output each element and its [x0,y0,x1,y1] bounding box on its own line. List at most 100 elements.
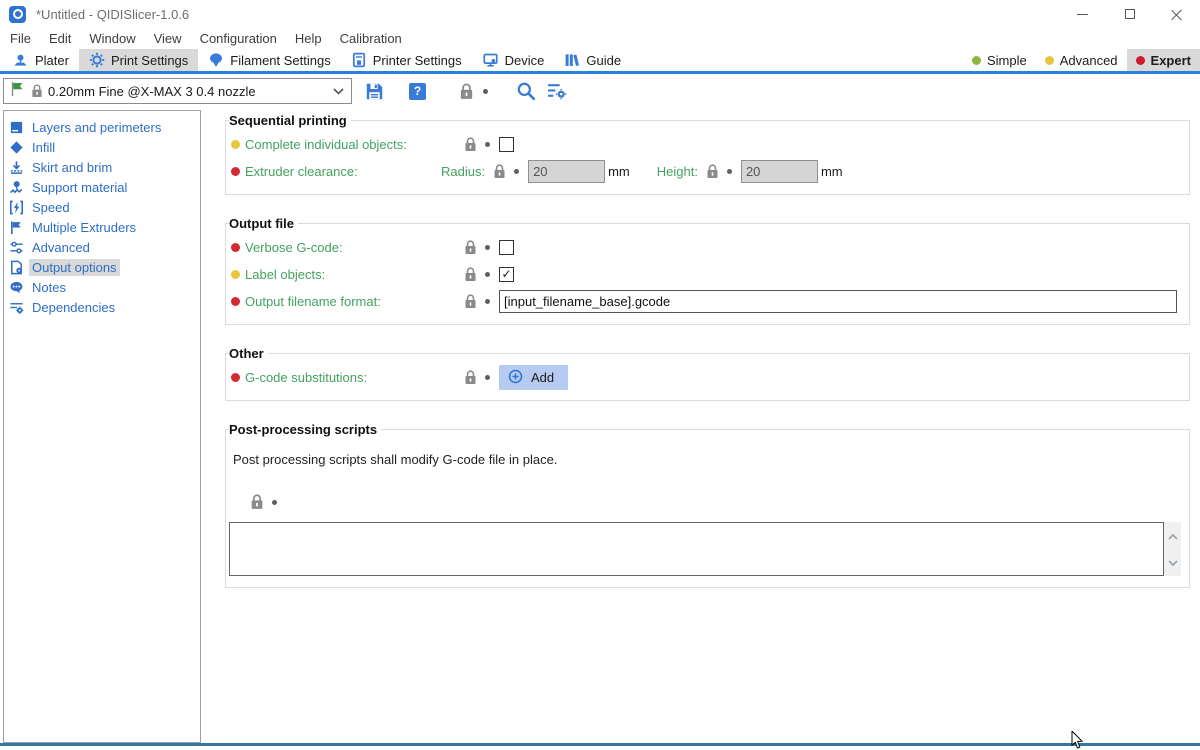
lock-icon[interactable] [464,240,477,255]
tab-guide[interactable]: Guide [554,49,631,71]
scroll-down-icon[interactable] [1168,553,1178,571]
section-post-processing-scripts: Post-processing scripts Post processing … [225,422,1190,588]
system-preset-lock-icon [31,84,43,98]
menu-window[interactable]: Window [80,31,144,46]
minimize-icon [1077,14,1088,15]
tab-label: Plater [35,53,69,68]
title-bar: *Untitled - QIDISlicer-1.0.6 [0,0,1200,28]
mode-advanced[interactable]: Advanced [1036,49,1127,71]
sidebar-item-multiple-extruders[interactable]: Multiple Extruders [4,217,200,237]
sidebar-item-layers-and-perimeters[interactable]: Layers and perimeters [4,117,200,137]
option-row-extruder-clearance: Extruder clearance: Radius: mm Height: m… [229,158,1181,185]
option-label: Label objects: [245,267,464,282]
section-title: Output file [229,216,298,231]
menu-help[interactable]: Help [286,31,331,46]
textarea-scrollbar[interactable] [1164,522,1181,576]
guide-books-icon [564,52,580,68]
post-scripts-textarea-frame [229,522,1164,576]
lock-icon[interactable] [464,370,477,385]
revert-dot-icon [272,500,277,505]
sidebar-item-infill[interactable]: Infill [4,137,200,157]
speed-icon [9,200,24,215]
tab-printer-settings[interactable]: Printer Settings [341,49,472,71]
gear-icon [89,52,105,68]
preset-dropdown[interactable]: 0.20mm Fine @X-MAX 3 0.4 nozzle [3,78,352,104]
preset-help-button[interactable] [409,83,426,100]
menu-file[interactable]: File [1,31,40,46]
sidebar-item-advanced[interactable]: Advanced [4,237,200,257]
mode-simple[interactable]: Simple [963,49,1036,71]
lock-icon[interactable] [706,164,719,179]
height-unit: mm [821,164,843,179]
mode-label: Expert [1151,53,1191,68]
output-options-icon [9,260,24,275]
sidebar-item-support-material[interactable]: Support material [4,177,200,197]
label-objects-checkbox[interactable] [499,267,514,282]
advanced-mode-dot-icon [1045,56,1054,65]
tab-device[interactable]: Device [472,49,555,71]
minimize-button[interactable] [1059,0,1106,28]
option-label: Extruder clearance: [245,164,441,179]
tab-label: Filament Settings [230,53,330,68]
lock-icon[interactable] [250,494,264,510]
menu-calibration[interactable]: Calibration [331,31,411,46]
lock-icon[interactable] [464,137,477,152]
menu-configuration[interactable]: Configuration [191,31,286,46]
section-title: Sequential printing [229,113,351,128]
section-title: Post-processing scripts [229,422,381,437]
lock-icon[interactable] [464,267,477,282]
menu-view[interactable]: View [145,31,191,46]
lock-icon[interactable] [459,83,474,100]
revert-dot-icon [485,299,490,304]
complete-individual-objects-checkbox[interactable] [499,137,514,152]
height-label: Height: [657,164,698,179]
sidebar-item-speed[interactable]: Speed [4,197,200,217]
close-icon [1171,9,1182,20]
sidebar-item-label: Dependencies [29,299,118,316]
sidebar-item-output-options[interactable]: Output options [4,257,200,277]
tab-label: Guide [586,53,621,68]
tab-print-settings[interactable]: Print Settings [79,49,198,71]
save-preset-button[interactable] [365,82,384,101]
lock-icon[interactable] [493,164,506,179]
tab-filament-settings[interactable]: Filament Settings [198,49,340,71]
chevron-down-icon [333,82,344,100]
lock-icon[interactable] [464,294,477,309]
maximize-button[interactable] [1106,0,1153,28]
compare-presets-button[interactable] [547,82,567,100]
mode-label: Simple [987,53,1027,68]
revert-dot-icon [485,375,490,380]
sidebar-item-dependencies[interactable]: Dependencies [4,297,200,317]
sidebar-item-notes[interactable]: Notes [4,277,200,297]
verbose-gcode-checkbox[interactable] [499,240,514,255]
sidebar-item-label: Speed [29,199,73,216]
revert-dot-icon [727,169,732,174]
support-icon [9,180,24,195]
menu-bar: File Edit Window View Configuration Help… [0,28,1200,49]
simple-mode-dot-icon [972,56,981,65]
tab-plater[interactable]: Plater [2,49,79,71]
device-monitor-icon [482,52,499,68]
sidebar-item-skirt-and-brim[interactable]: Skirt and brim [4,157,200,177]
radius-input[interactable] [528,160,605,183]
post-scripts-textarea[interactable] [230,523,1163,575]
output-filename-format-input[interactable] [499,290,1177,313]
revert-dot-icon [514,169,519,174]
sidebar-item-label: Skirt and brim [29,159,115,176]
search-button[interactable] [516,81,536,101]
scroll-up-icon[interactable] [1168,527,1178,545]
expert-bullet-icon [231,297,240,306]
mode-expert[interactable]: Expert [1127,49,1200,71]
height-input[interactable] [741,160,818,183]
tab-label: Printer Settings [373,53,462,68]
expert-bullet-icon [231,167,240,176]
dependencies-icon [9,300,24,315]
revert-dot-icon [485,245,490,250]
option-label: Output filename format: [245,294,464,309]
layers-icon [9,120,24,135]
add-button-label: Add [531,370,554,385]
radius-unit: mm [608,164,630,179]
menu-edit[interactable]: Edit [40,31,80,46]
add-substitution-button[interactable]: Add [499,365,568,390]
close-button[interactable] [1153,0,1200,28]
